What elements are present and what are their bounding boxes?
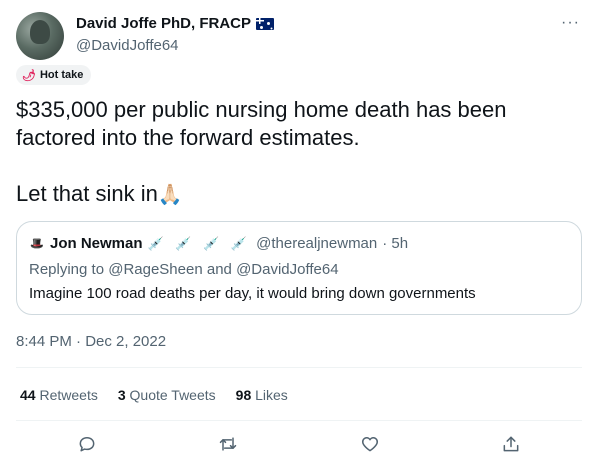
- author-name-row: David Joffe PhD, FRACP: [76, 15, 275, 32]
- reply-and-label: and: [206, 261, 232, 278]
- retweets-label: Retweets: [39, 387, 98, 403]
- australia-flag-icon: [256, 17, 275, 30]
- quoted-tweet-card[interactable]: 🎩 Jon Newman 💉 💉 💉 💉 @therealjnewman · 5…: [16, 221, 582, 315]
- chili-pepper-icon: 🌶: [22, 69, 36, 82]
- heart-icon: [361, 437, 378, 452]
- reply-icon: [79, 437, 95, 452]
- quoted-author-name: Jon Newman: [50, 235, 143, 252]
- replying-to-line: Replying to @RageSheen and @DavidJoffe64: [29, 261, 339, 278]
- quoted-tweet-time: · 5h: [382, 235, 409, 252]
- divider: [16, 367, 582, 368]
- retweets-stat[interactable]: 44 Retweets: [20, 387, 98, 403]
- tweet-text: $335,000 per public nursing home death h…: [16, 96, 576, 237]
- quoted-tweet-text: Imagine 100 road deaths per day, it woul…: [29, 285, 476, 302]
- praying-hands-icon: 🙏🏻: [157, 184, 183, 206]
- retweets-count: 44: [20, 387, 36, 403]
- more-options-icon[interactable]: ···: [561, 14, 580, 32]
- quote-tweets-count: 3: [117, 387, 126, 403]
- tweet-line-2-text: Let that sink in: [16, 181, 158, 206]
- author-display-name[interactable]: David Joffe PhD, FRACP: [76, 15, 251, 32]
- engagement-stats: 44 Retweets 3 Quote Tweets 98 Likes: [20, 387, 288, 403]
- quoted-author-handle: @therealjnewman: [256, 235, 378, 252]
- tweet-line-2: Let that sink in🙏🏻: [16, 180, 576, 209]
- reply-mention-1: @RageSheen: [108, 261, 203, 278]
- quoted-tweet-header: 🎩 Jon Newman 💉 💉 💉 💉 @therealjnewman · 5…: [29, 235, 408, 252]
- like-button[interactable]: [352, 426, 388, 462]
- author-avatar[interactable]: [16, 12, 64, 60]
- hot-take-badge: 🌶 Hot take: [16, 65, 92, 85]
- divider: [16, 420, 582, 421]
- tweet-line-1: $335,000 per public nursing home death h…: [16, 97, 507, 150]
- action-bar: [16, 426, 582, 462]
- share-button[interactable]: [493, 426, 529, 462]
- share-icon: [503, 436, 519, 452]
- retweet-icon: [220, 437, 237, 451]
- likes-stat[interactable]: 98 Likes: [236, 387, 288, 403]
- quoted-author-avatar: 🎩: [29, 235, 45, 252]
- reply-button[interactable]: [69, 426, 105, 462]
- syringe-icons: 💉 💉 💉 💉: [147, 235, 252, 251]
- replying-to-label: Replying to: [29, 261, 105, 278]
- likes-label: Likes: [255, 387, 288, 403]
- author-handle[interactable]: @DavidJoffe64: [76, 37, 179, 54]
- tweet-timestamp[interactable]: 8:44 PM · Dec 2, 2022: [16, 333, 166, 350]
- hot-take-label: Hot take: [39, 69, 84, 81]
- quote-tweets-label: Quote Tweets: [129, 387, 216, 403]
- quote-tweets-stat[interactable]: 3 Quote Tweets: [118, 387, 216, 403]
- reply-mention-2: @DavidJoffe64: [236, 261, 339, 278]
- retweet-button[interactable]: [210, 426, 246, 462]
- likes-count: 98: [235, 387, 252, 403]
